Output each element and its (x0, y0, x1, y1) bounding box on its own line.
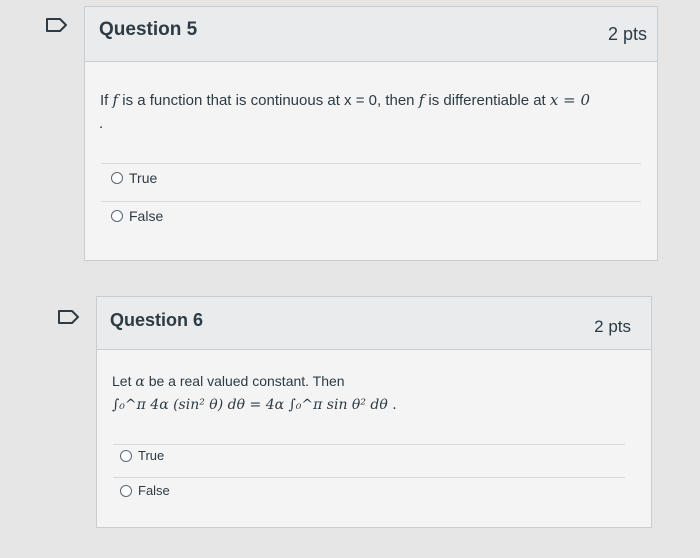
question-header: Question 6 2 pts (97, 297, 651, 350)
question-trailing-dot: . (99, 115, 104, 132)
answer-label: False (129, 208, 164, 224)
answer-divider (113, 477, 625, 478)
question-card-6: Question 6 2 pts Let α be a real valued … (96, 296, 652, 528)
math-lhs: ∫₀^π 4α (sin² θ) dθ (112, 397, 246, 413)
question-header: Question 5 2 pts (85, 7, 657, 62)
radio-button[interactable] (111, 210, 123, 222)
answer-divider (113, 444, 625, 445)
answer-label: True (138, 448, 165, 463)
answer-option-true[interactable]: True (111, 170, 157, 186)
math-equation: x = 0 (549, 91, 590, 109)
answer-option-true[interactable]: True (120, 448, 164, 463)
question-text: If f is a function that is continuous at… (100, 91, 590, 109)
radio-button[interactable] (120, 449, 132, 462)
answer-label: True (129, 170, 158, 186)
question-points: 2 pts (594, 317, 631, 336)
answer-divider (101, 163, 641, 164)
question-points: 2 pts (607, 24, 647, 44)
answer-divider (101, 201, 641, 202)
question-title: Question 5 (99, 19, 198, 40)
math-rhs: 4α ∫₀^π sin θ² dθ (265, 397, 388, 413)
flag-question-icon[interactable] (58, 310, 80, 324)
flag-question-icon[interactable] (46, 18, 68, 32)
question-card-5: Question 5 2 pts If f is a function that… (84, 6, 658, 261)
radio-button[interactable] (120, 484, 132, 497)
radio-button[interactable] (111, 172, 123, 184)
question-title: Question 6 (110, 310, 204, 330)
answer-option-false[interactable]: False (111, 208, 163, 224)
math-equation: ∫₀^π 4α (sin² θ) dθ = 4α ∫₀^π sin θ² dθ … (112, 397, 397, 413)
answer-option-false[interactable]: False (120, 483, 170, 498)
question-text: Let α be a real valued constant. Then (112, 373, 345, 390)
math-alpha: α (135, 374, 145, 390)
answer-label: False (138, 483, 170, 498)
